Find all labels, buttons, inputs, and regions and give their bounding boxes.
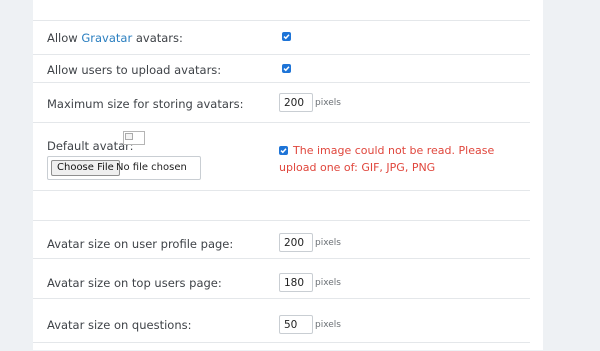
setting-row-allow-upload: Allow users to upload avatars: <box>33 54 530 83</box>
questions-size-input[interactable] <box>279 315 313 334</box>
profile-size-input[interactable] <box>279 233 313 252</box>
default-avatar-image <box>123 131 145 145</box>
checkmark-icon <box>280 148 287 154</box>
file-status-text: No file chosen <box>116 162 187 173</box>
setting-row-profile-size: Avatar size on user profile page: pixels <box>33 220 530 259</box>
checkmark-icon <box>283 34 290 40</box>
setting-row-allow-gravatar: Allow Gravatar avatars: <box>33 20 530 55</box>
checkmark-icon <box>283 66 290 72</box>
allow-gravatar-label-suffix: avatars: <box>132 31 183 45</box>
profile-size-unit: pixels <box>315 238 341 248</box>
choose-file-button[interactable]: Choose File <box>51 160 120 176</box>
allow-gravatar-label: Allow Gravatar avatars: <box>47 31 183 45</box>
setting-row-spacer <box>33 190 530 221</box>
error-message-text: The image could not be read. Please uplo… <box>279 144 495 174</box>
top-users-size-unit: pixels <box>315 278 341 288</box>
gravatar-link[interactable]: Gravatar <box>81 31 132 45</box>
setting-row-max-size: Maximum size for storing avatars: pixels <box>33 82 530 123</box>
default-avatar-label: Default avatar: <box>47 139 134 153</box>
error-checkbox[interactable] <box>279 146 288 155</box>
top-users-size-label: Avatar size on top users page: <box>47 276 222 290</box>
max-size-input[interactable] <box>279 93 313 112</box>
top-users-size-input[interactable] <box>279 273 313 292</box>
upload-error-message: The image could not be read. Please uplo… <box>279 142 524 176</box>
default-avatar-file-input[interactable]: Choose File No file chosen <box>47 156 201 180</box>
questions-size-label: Avatar size on questions: <box>47 318 192 332</box>
max-size-label: Maximum size for storing avatars: <box>47 97 244 111</box>
setting-row-questions-size: Avatar size on questions: pixels <box>33 298 530 343</box>
allow-gravatar-checkbox[interactable] <box>282 32 291 41</box>
avatar-settings-panel: Allow Gravatar avatars: Allow users to u… <box>33 0 543 350</box>
profile-size-label: Avatar size on user profile page: <box>47 237 234 251</box>
setting-row-top-users-size: Avatar size on top users page: pixels <box>33 258 530 299</box>
allow-upload-label: Allow users to upload avatars: <box>47 63 222 77</box>
max-size-unit: pixels <box>315 98 341 108</box>
questions-size-unit: pixels <box>315 320 341 330</box>
allow-upload-checkbox[interactable] <box>282 64 291 73</box>
allow-gravatar-label-prefix: Allow <box>47 31 82 45</box>
